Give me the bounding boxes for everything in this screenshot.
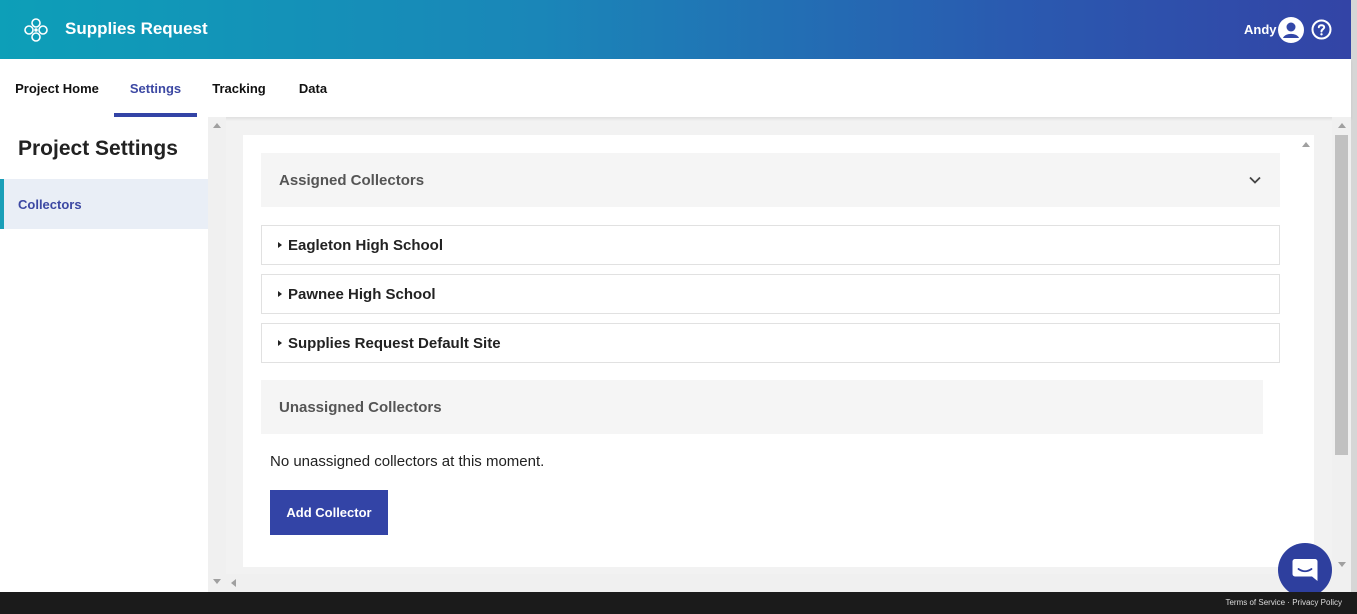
tab-settings[interactable]: Settings (114, 59, 197, 117)
horizontal-scrollbar[interactable] (226, 574, 1332, 592)
collectors-panel: Assigned Collectors Eagleton High School… (243, 135, 1298, 567)
user-name[interactable]: Andy (1244, 22, 1277, 37)
footer: Terms of Service · Privacy Policy (0, 592, 1357, 614)
privacy-policy-link[interactable]: Privacy Policy (1292, 598, 1342, 607)
flower-logo-icon[interactable] (22, 16, 50, 44)
scroll-left-arrow-icon[interactable] (231, 579, 236, 587)
scroll-up-arrow-icon[interactable] (213, 123, 221, 128)
site-name: Supplies Request Default Site (288, 334, 501, 352)
site-row-eagleton[interactable]: Eagleton High School (261, 225, 1280, 265)
app-title: Supplies Request (65, 19, 208, 38)
site-name: Eagleton High School (288, 236, 444, 254)
sidebar-title: Project Settings (18, 137, 178, 160)
sidebar: Project Settings Collectors (0, 117, 208, 592)
site-name: Pawnee High School (288, 285, 436, 303)
sidebar-item-collectors[interactable]: Collectors (0, 179, 208, 229)
scroll-down-arrow-icon[interactable] (213, 579, 221, 584)
chevron-down-icon[interactable] (1248, 173, 1262, 187)
caret-right-icon (278, 340, 282, 346)
nav-bar: Project Home Settings Tracking Data (0, 59, 1351, 117)
empty-state-text: No unassigned collectors at this moment. (270, 453, 545, 470)
chat-bubble-icon (1292, 559, 1318, 581)
tab-tracking[interactable]: Tracking (207, 59, 271, 117)
scroll-up-arrow-icon[interactable] (1302, 142, 1310, 147)
tab-project-home[interactable]: Project Home (10, 59, 104, 117)
site-row-pawnee[interactable]: Pawnee High School (261, 274, 1280, 314)
unassigned-collectors-title: Unassigned Collectors (279, 398, 442, 416)
sidebar-scrollbar[interactable] (208, 117, 226, 592)
caret-right-icon (278, 242, 282, 248)
tab-data[interactable]: Data (291, 59, 335, 117)
assigned-collectors-header[interactable]: Assigned Collectors (261, 153, 1280, 207)
panel-scrollbar[interactable] (1298, 135, 1314, 575)
terms-of-service-link[interactable]: Terms of Service (1225, 598, 1285, 607)
help-circle-icon[interactable] (1311, 19, 1332, 40)
caret-right-icon (278, 291, 282, 297)
main-scrollbar[interactable] (1332, 117, 1351, 592)
footer-separator: · (1287, 598, 1290, 607)
scrollbar-thumb[interactable] (1335, 135, 1348, 455)
user-circle-icon[interactable] (1278, 17, 1304, 43)
unassigned-collectors-header: Unassigned Collectors (261, 380, 1263, 434)
add-collector-button[interactable]: Add Collector (270, 490, 388, 535)
top-bar: Supplies Request Andy (0, 0, 1351, 59)
assigned-collectors-title: Assigned Collectors (279, 171, 425, 189)
scroll-up-arrow-icon[interactable] (1338, 123, 1346, 128)
scroll-down-arrow-icon[interactable] (1338, 562, 1346, 567)
footer-links: Terms of Service · Privacy Policy (1225, 598, 1342, 607)
window-edge (1351, 0, 1357, 592)
site-row-default[interactable]: Supplies Request Default Site (261, 323, 1280, 363)
chat-launcher-button[interactable] (1278, 543, 1332, 597)
